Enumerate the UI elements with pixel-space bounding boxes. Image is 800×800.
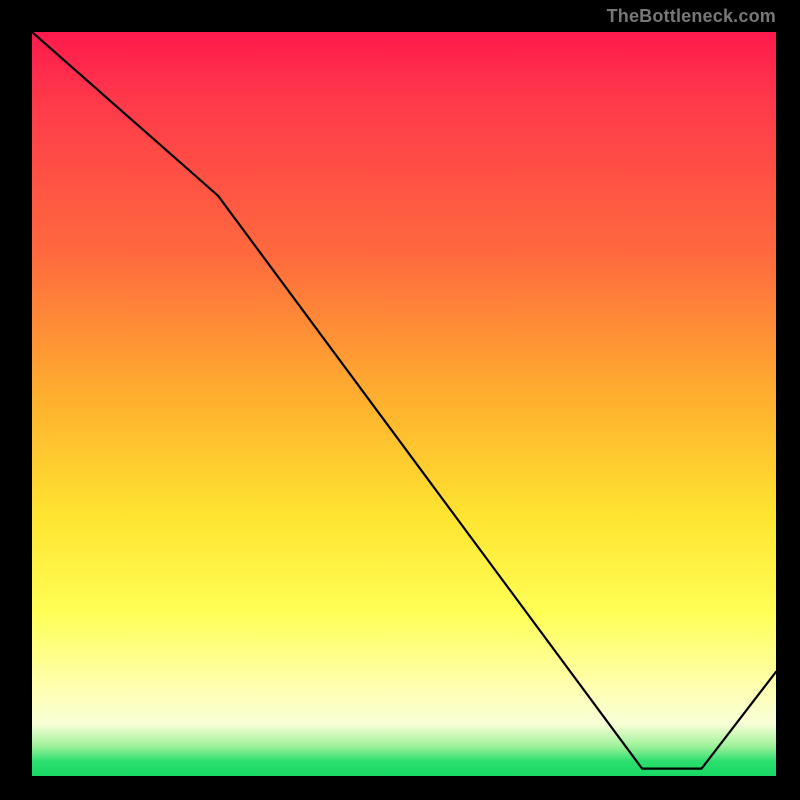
series-line bbox=[32, 32, 776, 776]
attribution-text: TheBottleneck.com bbox=[607, 6, 776, 27]
chart-frame: TheBottleneck.com bbox=[0, 0, 800, 800]
plot-area bbox=[32, 32, 776, 776]
